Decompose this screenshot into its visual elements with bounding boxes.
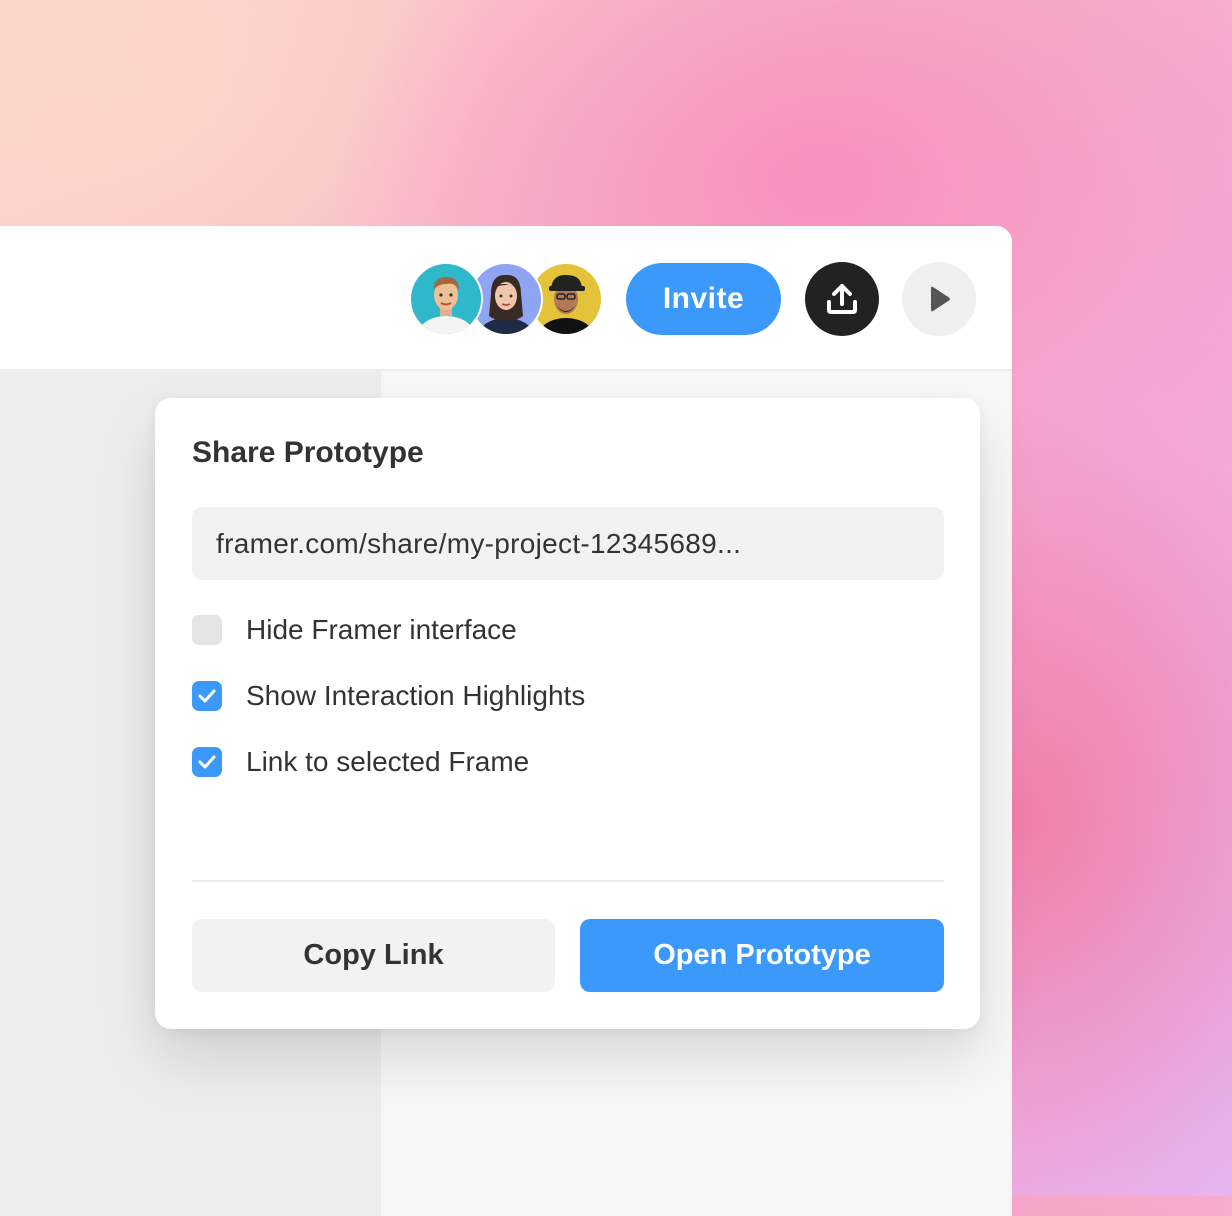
upload-icon [827,284,857,314]
checkbox[interactable] [192,615,222,645]
preview-button[interactable] [902,262,976,336]
avatar-photo-icon [411,264,481,334]
toolbar: Invite [0,226,1012,371]
checkbox[interactable] [192,747,222,777]
publish-button[interactable] [805,262,879,336]
divider [192,880,944,882]
checkmark-icon [198,755,216,769]
option-link-selected-frame[interactable]: Link to selected Frame [192,746,529,778]
avatar[interactable] [409,262,483,336]
option-label: Show Interaction Highlights [246,680,586,711]
open-prototype-button[interactable]: Open Prototype [580,919,944,992]
option-hide-interface[interactable]: Hide Framer interface [192,614,517,646]
play-icon [931,286,950,312]
share-popover: Share Prototype framer.com/share/my-proj… [155,398,980,1029]
copy-link-button[interactable]: Copy Link [192,919,555,992]
option-label: Hide Framer interface [246,614,517,645]
share-url-field[interactable]: framer.com/share/my-project-12345689... [192,507,944,580]
collaborator-avatars[interactable] [409,262,603,336]
invite-button[interactable]: Invite [626,263,781,335]
option-show-highlights[interactable]: Show Interaction Highlights [192,680,585,712]
option-label: Link to selected Frame [246,746,530,777]
checkbox[interactable] [192,681,222,711]
popover-title: Share Prototype [192,436,424,469]
checkmark-icon [198,689,216,703]
